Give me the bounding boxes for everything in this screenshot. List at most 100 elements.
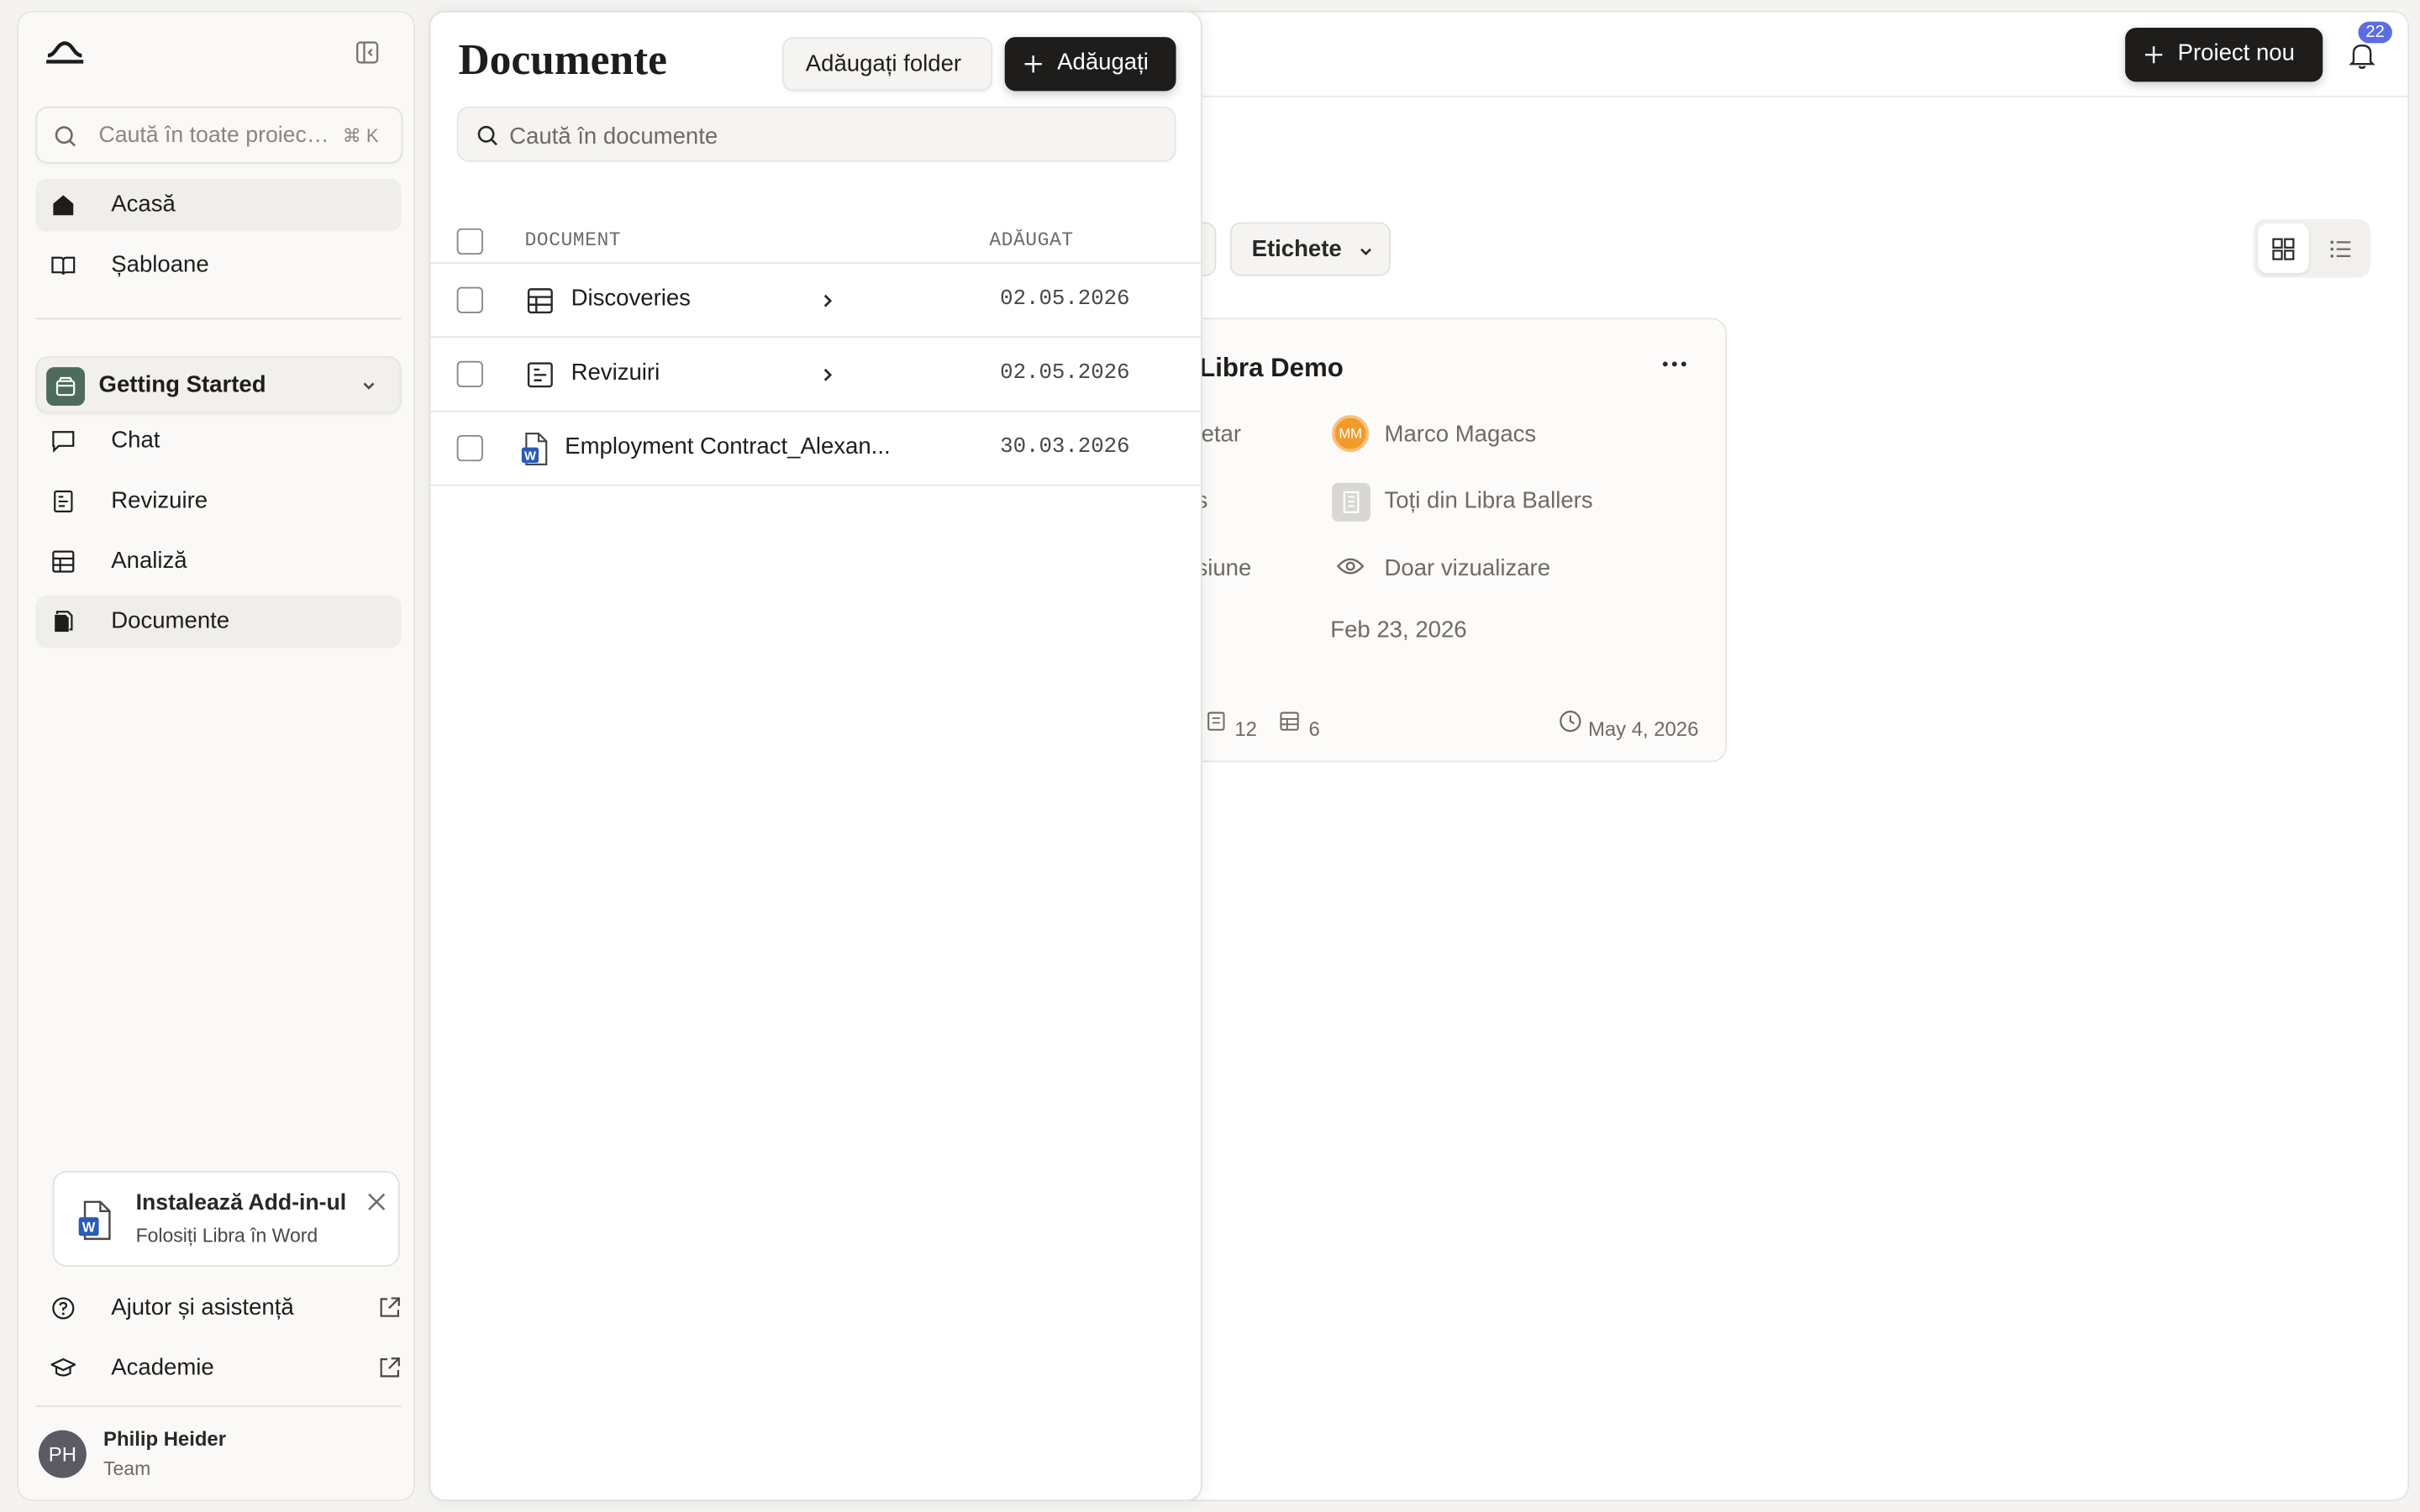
external-link-icon (378, 1296, 402, 1320)
add-folder-button[interactable]: Adăugați folder (782, 37, 992, 92)
search-shortcut: ⌘ K (342, 124, 379, 147)
global-search-input[interactable]: Caută în toate proiectele ⌘ K (35, 106, 403, 164)
sidebar-item-label: Documente (111, 607, 230, 634)
user-profile[interactable]: PH Philip Heider Team (37, 1420, 402, 1490)
chevron-down-icon (361, 378, 376, 393)
new-project-label: Proiect nou (2177, 39, 2295, 66)
tags-filter-label: Etichete (1251, 236, 1342, 263)
team-value: Toți din Libra Ballers (1384, 487, 1593, 514)
grid-icon (2272, 238, 2295, 260)
sidebar-item-templates[interactable]: Șabloane (35, 239, 401, 291)
sidebar-item-documents[interactable]: Documente (35, 595, 402, 648)
table-row[interactable]: Discoveries 02.05.2026 (430, 264, 1201, 336)
book-icon (51, 253, 76, 277)
sidebar: Caută în toate proiectele ⌘ K Acasă Șabl… (17, 10, 416, 1502)
document-date: 30.03.2026 (1000, 434, 1130, 460)
chat-icon (51, 429, 76, 454)
column-header-document[interactable]: DOCUMENT (524, 230, 621, 252)
sidebar-item-analysis[interactable]: Analiză (35, 535, 401, 587)
add-document-label: Adăugați (1057, 49, 1149, 76)
tags-filter-button[interactable]: Etichete (1229, 222, 1391, 276)
row-divider (430, 484, 1201, 486)
collapse-sidebar-icon[interactable] (355, 40, 379, 65)
document-date: 02.05.2026 (1000, 286, 1130, 312)
project-card-title: Libra Demo (1199, 353, 1344, 383)
sidebar-item-label: Academie (111, 1354, 214, 1381)
document-name: Employment Contract_Alexan... (565, 433, 891, 460)
chevron-right-icon (821, 293, 834, 308)
select-all-checkbox[interactable] (456, 228, 483, 255)
search-placeholder: Caută în toate proiectele (98, 123, 331, 149)
word-icon: W (77, 1200, 111, 1241)
list-icon (2330, 240, 2351, 258)
review-count: 12 (1234, 717, 1257, 741)
help-icon (51, 1296, 76, 1320)
word-document-icon: W (520, 432, 548, 465)
eye-icon (1336, 557, 1365, 575)
svg-text:W: W (82, 1220, 96, 1236)
row-checkbox[interactable] (456, 286, 483, 313)
user-name: Philip Heider (103, 1426, 227, 1451)
add-document-button[interactable]: Adăugați (1004, 37, 1176, 92)
project-selector[interactable]: Getting Started (35, 356, 402, 414)
project-folder-icon (46, 367, 86, 407)
table-icon (1280, 711, 1300, 732)
created-date: Feb 23, 2026 (1330, 617, 1467, 643)
chevron-down-icon (1358, 244, 1373, 259)
notification-badge: 22 (2358, 21, 2392, 44)
sidebar-divider (35, 318, 402, 320)
addin-title: Instalează Add-in-ul (135, 1190, 347, 1216)
list-view-button[interactable] (2315, 223, 2366, 273)
sidebar-item-label: Acasă (111, 191, 176, 218)
sidebar-item-label: Ajutor și asistență (111, 1294, 294, 1321)
sidebar-item-academy[interactable]: Academie (35, 1342, 401, 1394)
row-checkbox[interactable] (456, 360, 483, 388)
updated-date: May 4, 2026 (1587, 717, 1699, 741)
page-title: Documente (458, 37, 667, 86)
table-row[interactable]: Revizuiri 02.05.2026 (430, 338, 1201, 410)
search-icon (54, 125, 77, 149)
search-icon (477, 125, 499, 147)
grid-view-button[interactable] (2258, 223, 2309, 274)
sidebar-item-help[interactable]: Ajutor și asistență (35, 1282, 401, 1334)
sidebar-item-label: Chat (111, 427, 160, 454)
document-search (456, 106, 1176, 162)
permission-value: Doar vizualizare (1384, 555, 1551, 582)
document-search-input[interactable] (509, 117, 1158, 155)
addin-subtitle: Folosiți Libra în Word (135, 1225, 318, 1247)
owner-name: Marco Magacs (1384, 421, 1537, 448)
close-icon[interactable] (367, 1193, 386, 1211)
sidebar-item-review[interactable]: Revizuire (35, 475, 401, 528)
sidebar-divider (35, 1405, 402, 1408)
table-count: 6 (1308, 717, 1320, 741)
row-checkbox[interactable] (456, 434, 483, 462)
clock-icon (1559, 710, 1582, 733)
column-header-added[interactable]: ADĂUGAT (989, 230, 1073, 252)
add-folder-label: Adăugați folder (805, 50, 962, 77)
sidebar-item-home[interactable]: Acasă (35, 179, 402, 232)
documents-icon (51, 609, 76, 633)
svg-text:W: W (524, 449, 536, 463)
sidebar-item-chat[interactable]: Chat (35, 415, 401, 467)
project-name: Getting Started (98, 371, 266, 398)
plus-icon (1023, 54, 1044, 74)
document-date: 02.05.2026 (1000, 360, 1130, 386)
more-options-icon[interactable] (1660, 360, 1688, 369)
owner-avatar: MM (1332, 415, 1370, 453)
new-project-button[interactable]: Proiect nou (2125, 28, 2323, 82)
libra-logo-icon[interactable] (43, 37, 86, 71)
sidebar-item-label: Revizuire (111, 487, 208, 514)
building-icon (1332, 482, 1370, 522)
external-link-icon (378, 1356, 402, 1379)
bell-icon[interactable] (2349, 42, 2375, 70)
academy-icon (50, 1356, 76, 1380)
chevron-right-icon (821, 367, 834, 382)
table-icon (51, 549, 76, 574)
view-toggle (2253, 218, 2371, 278)
word-addin-card[interactable]: W Instalează Add-in-ul Folosiți Libra în… (52, 1171, 400, 1267)
table-row[interactable]: W Employment Contract_Alexan... 30.03.20… (430, 412, 1201, 484)
document-name: Discoveries (571, 285, 691, 312)
sidebar-item-label: Analiză (111, 548, 187, 575)
sidebar-item-label: Șabloane (111, 251, 209, 278)
documents-panel: Documente Adăugați folder Adăugați DOCUM… (429, 10, 1202, 1502)
